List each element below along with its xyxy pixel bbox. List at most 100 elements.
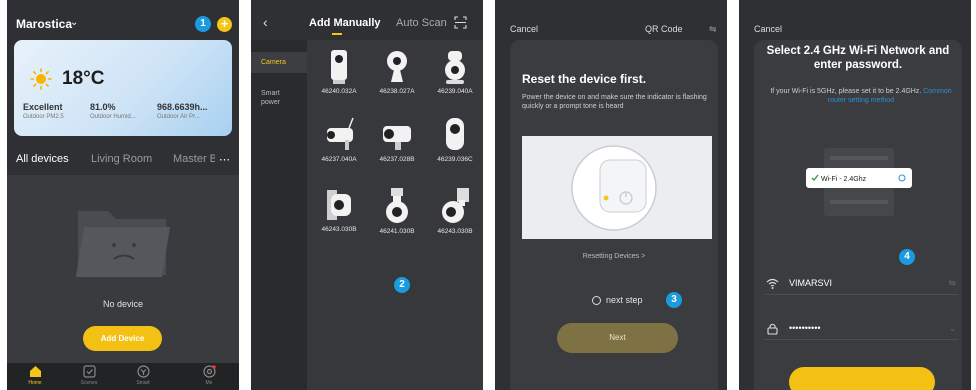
camera-icon — [446, 118, 464, 150]
camera-icon — [445, 51, 465, 84]
chevron-down-icon[interactable]: ⌄ — [70, 17, 78, 28]
scan-icon[interactable] — [454, 16, 467, 29]
tutorial-collage: Marostica ⌄ 1 + 18°C Excellent Outdoor P… — [0, 0, 976, 390]
wifi-note: If your Wi-Fi is 5GHz, please set it to … — [766, 87, 956, 105]
wifi-card: Select 2.4 GHz Wi-Fi Network and enter p… — [754, 40, 962, 390]
reset-illustration — [522, 136, 712, 239]
temperature: 18°C — [62, 68, 105, 89]
step-marker-4: 4 — [899, 249, 915, 265]
bottom-tab-bar: Home Scenes Smart Me — [7, 363, 239, 390]
weather-card[interactable]: 18°C Excellent Outdoor PM2.5 81.0% Outdo… — [14, 40, 232, 136]
home-header: Marostica ⌄ 1 + — [7, 0, 239, 40]
humidity-label: Outdoor Humid... — [90, 114, 136, 120]
device-label: 46237.028B — [379, 156, 415, 163]
password-value: •••••••••• — [789, 323, 821, 333]
home-screen: Marostica ⌄ 1 + 18°C Excellent Outdoor P… — [7, 0, 239, 390]
device-item[interactable]: 46243.030B — [427, 186, 483, 235]
switch-icon[interactable]: ⇋ — [709, 24, 717, 35]
category-list: Camera Smart power — [251, 40, 307, 390]
wifi-note-text: If your Wi-Fi is 5GHz, please set it to … — [770, 88, 922, 95]
pressure-label: Outdoor Air Pr... — [157, 114, 200, 120]
wifi-network-field[interactable]: VIMARSVI ⇋ — [764, 273, 958, 295]
me-icon — [202, 365, 216, 378]
wifi-icon — [766, 278, 779, 289]
device-reset-icon — [571, 145, 657, 231]
camera-icon — [331, 50, 347, 84]
reset-title: Reset the device first. — [522, 72, 647, 86]
device-item[interactable]: 46243.030B — [311, 186, 367, 233]
camera-icon — [383, 126, 411, 150]
tab-home[interactable]: Home — [15, 365, 55, 386]
wifi-network-name: VIMARSVI — [789, 278, 833, 288]
step-marker-2: 2 — [394, 277, 410, 293]
plus-icon[interactable]: + — [217, 17, 232, 32]
device-label: 46243.030B — [321, 226, 357, 233]
reset-header: Cancel QR Code ⇋ — [495, 0, 727, 40]
wifi-illustration: Wi-Fi - 2.4Ghz — [806, 148, 912, 216]
chevron-down-icon[interactable]: ⌄ — [948, 323, 956, 334]
next-button[interactable]: Next — [557, 323, 678, 353]
sun-icon — [30, 68, 52, 90]
empty-folder-icon — [76, 211, 170, 277]
device-item[interactable]: 46237.028B — [369, 116, 425, 163]
category-smart-power[interactable]: Smart power — [251, 89, 295, 107]
device-label: 46238.027A — [379, 88, 415, 95]
more-icon[interactable]: ⋯ — [219, 153, 230, 166]
step-marker-1: 1 — [195, 16, 211, 32]
pm25-label: Outdoor PM2.5 — [23, 114, 64, 120]
tab-me[interactable]: Me — [189, 365, 229, 386]
tab-scenes[interactable]: Scenes — [69, 365, 109, 386]
device-item[interactable]: 46240.032A — [311, 48, 367, 95]
qr-code-button[interactable]: QR Code — [645, 24, 683, 34]
password-field[interactable]: •••••••••• ⌄ — [764, 318, 958, 340]
tab-master-bedroom[interactable]: Master B — [173, 153, 215, 165]
cancel-button[interactable]: Cancel — [754, 24, 782, 34]
device-label: 46239.036C — [437, 156, 473, 163]
next-step-label[interactable]: next step — [606, 295, 643, 305]
add-device-header: ‹ Add Manually Auto Scan — [251, 0, 483, 40]
camera-icon — [327, 190, 351, 220]
reset-card: Reset the device first. Power the device… — [510, 40, 718, 390]
no-device-text: No device — [102, 299, 144, 309]
switch-network-icon[interactable]: ⇋ — [948, 278, 956, 289]
add-device-button[interactable]: Add Device — [83, 326, 162, 351]
cancel-button[interactable]: Cancel — [510, 24, 538, 34]
add-device-screen: ‹ Add Manually Auto Scan Camera Smart po… — [251, 0, 483, 390]
humidity-value: 81.0% — [90, 102, 116, 112]
camera-icon — [442, 188, 469, 223]
wifi-setup-screen: Cancel Select 2.4 GHz Wi-Fi Network and … — [739, 0, 971, 390]
lock-icon — [767, 323, 778, 335]
device-item[interactable]: 46239.040A — [427, 48, 483, 95]
tab-me-label: Me — [205, 380, 213, 386]
device-item[interactable]: 46237.040A — [311, 116, 367, 163]
wifi-header: Cancel — [739, 0, 971, 40]
category-camera[interactable]: Camera — [251, 52, 307, 73]
pm25-value: Excellent — [23, 102, 63, 112]
step-marker-3: 3 — [666, 292, 682, 308]
device-label: 46237.040A — [321, 156, 357, 163]
reset-device-screen: Cancel QR Code ⇋ Reset the device first.… — [495, 0, 727, 390]
device-item[interactable]: 46241.030B — [369, 186, 425, 235]
wifi-title: Select 2.4 GHz Wi-Fi Network and enter p… — [766, 45, 950, 71]
device-item[interactable]: 46238.027A — [369, 48, 425, 95]
device-label: 46240.032A — [321, 88, 357, 95]
resetting-devices-link[interactable]: Resetting Devices > — [510, 253, 718, 260]
next-button[interactable] — [789, 367, 935, 390]
device-item[interactable]: 46239.036C — [427, 116, 483, 163]
tab-auto-scan[interactable]: Auto Scan — [396, 17, 447, 29]
tab-smart-label: Smart — [136, 380, 150, 386]
camera-icon — [386, 188, 408, 223]
tab-smart[interactable]: Smart — [123, 365, 163, 386]
wifi-list-icon: Wi-Fi - 2.4Ghz — [806, 148, 912, 216]
back-icon[interactable]: ‹ — [263, 14, 268, 30]
tab-living-room[interactable]: Living Room — [91, 153, 152, 165]
tab-all-devices[interactable]: All devices — [16, 153, 69, 165]
home-name[interactable]: Marostica — [16, 17, 72, 31]
home-icon — [29, 366, 41, 377]
tab-add-manually[interactable]: Add Manually — [309, 17, 381, 29]
smart-icon — [136, 365, 150, 378]
pressure-value: 968.6639h... — [157, 102, 208, 112]
device-label: 46239.040A — [437, 88, 473, 95]
next-step-radio[interactable] — [592, 296, 601, 305]
reset-description: Power the device on and make sure the in… — [522, 94, 707, 110]
